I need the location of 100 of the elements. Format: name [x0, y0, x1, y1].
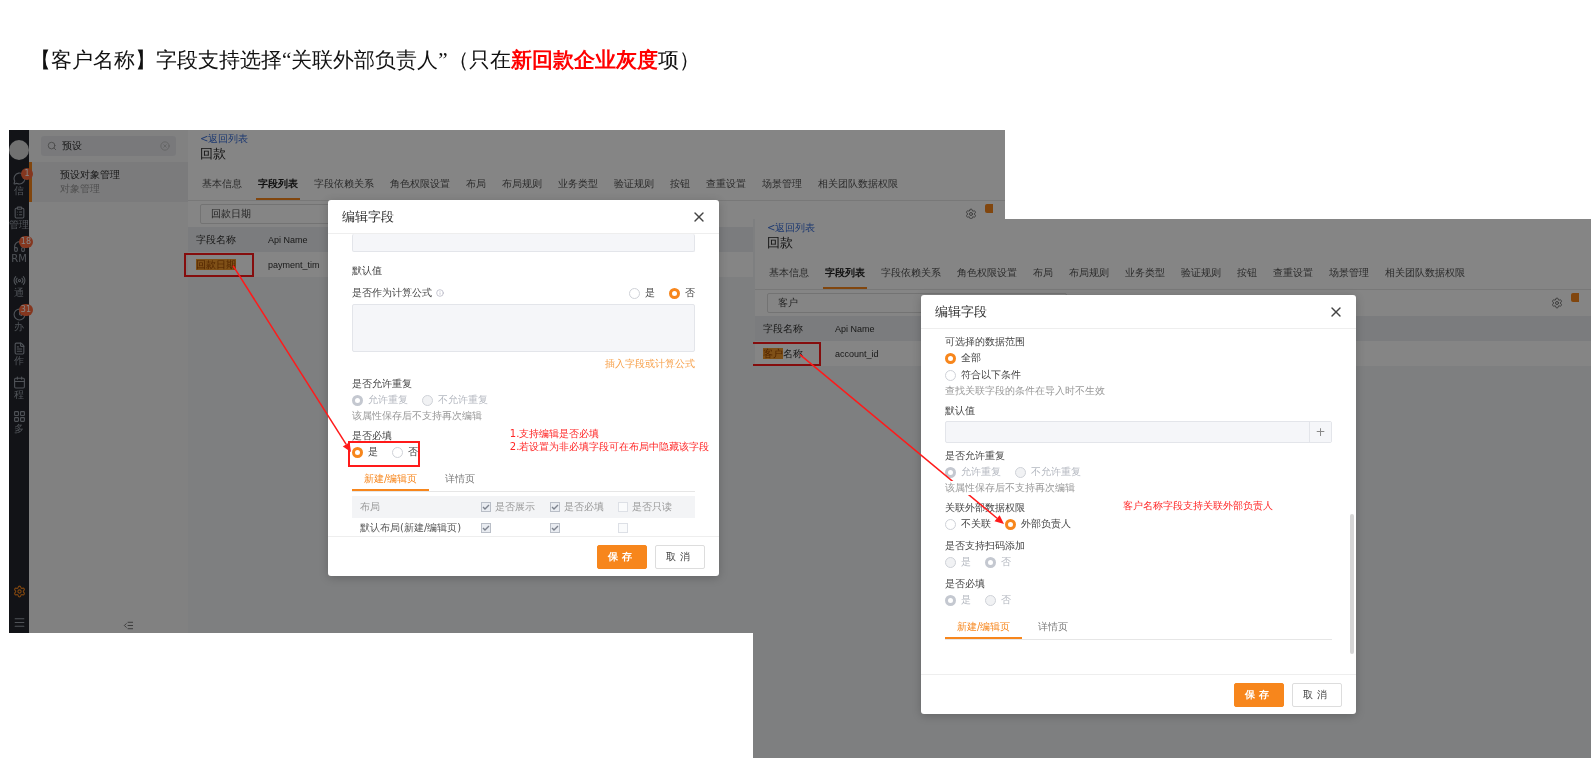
checkbox[interactable] — [618, 523, 629, 533]
field-label: 是否支持扫码添加 — [945, 539, 1025, 553]
grid-icon[interactable] — [12, 410, 26, 423]
tab[interactable]: 按钮 — [1235, 258, 1259, 289]
cancel-button[interactable]: 取消 — [1292, 682, 1342, 707]
radio-button[interactable] — [945, 518, 956, 530]
radio-option[interactable]: 不关联 — [945, 517, 991, 531]
settings-icon[interactable] — [1551, 297, 1563, 309]
radio-option[interactable]: 全部 — [945, 351, 1332, 365]
nav-label[interactable]: 多 — [14, 423, 24, 434]
document-icon[interactable] — [12, 342, 26, 355]
annotation-text: 1.支持编辑是否必填 — [509, 427, 601, 440]
tab[interactable]: 基本信息 — [200, 169, 244, 200]
hint-text: 该属性保存后不支持再次编辑 — [945, 481, 1075, 495]
item-title: 预设对象管理 — [60, 168, 121, 182]
tab[interactable]: 相关团队数据权限 — [816, 169, 900, 200]
default-value-field[interactable]: + — [945, 421, 1332, 443]
table-cell-text: account_id — [834, 348, 880, 359]
tab[interactable]: 验证规则 — [612, 169, 656, 200]
chat-bubble-icon[interactable] — [12, 172, 26, 185]
tab[interactable]: 业务类型 — [1123, 258, 1167, 289]
checkbox[interactable] — [549, 523, 560, 533]
tab[interactable]: 场景管理 — [760, 169, 804, 200]
radio-option[interactable]: 否 — [392, 445, 418, 459]
radio-button[interactable] — [669, 287, 680, 299]
hint-text: 该属性保存后不支持再次编辑 — [352, 409, 482, 423]
tab[interactable]: 布局 — [1031, 258, 1055, 289]
menu-icon[interactable] — [12, 616, 26, 629]
field-label: 是否必填 — [945, 577, 985, 591]
save-button[interactable]: 保存 — [1234, 682, 1284, 707]
field-label: 默认值 — [945, 404, 975, 418]
radio-option[interactable]: 符合以下条件 — [945, 368, 1332, 382]
tab[interactable]: 查重设置 — [704, 169, 748, 200]
count-badge: 18 — [18, 236, 33, 248]
tab[interactable]: 字段依赖关系 — [879, 258, 943, 289]
tab[interactable]: 业务类型 — [556, 169, 600, 200]
tab[interactable]: 验证规则 — [1179, 258, 1223, 289]
calendar-icon[interactable] — [12, 376, 26, 389]
tab[interactable]: 角色权限设置 — [955, 258, 1019, 289]
field-label: 是否允许重复 — [945, 449, 1005, 463]
search-field[interactable]: 预设 — [41, 136, 176, 156]
tab[interactable]: 字段依赖关系 — [312, 169, 376, 200]
count-badge: 31 — [18, 304, 33, 316]
field-label: 是否允许重复 — [352, 377, 412, 391]
signal-icon[interactable] — [12, 274, 26, 287]
cancel-button[interactable]: 取消 — [655, 544, 705, 569]
radio-button[interactable] — [945, 369, 956, 381]
tab[interactable]: 相关团队数据权限 — [1383, 258, 1467, 289]
radio-option[interactable]: 是 — [629, 286, 655, 300]
tab[interactable]: 基本信息 — [767, 258, 811, 289]
radio-option[interactable]: 否 — [669, 286, 695, 300]
page-tab[interactable]: 详情页 — [1026, 617, 1081, 639]
back-link[interactable]: <返回列表 — [767, 222, 816, 234]
back-link[interactable]: <返回列表 — [200, 133, 249, 145]
page-tab[interactable]: 详情页 — [433, 469, 488, 491]
checkbox[interactable] — [618, 502, 629, 512]
column-header: 是否展示 — [495, 500, 535, 514]
tab[interactable]: 按钮 — [668, 169, 692, 200]
save-button[interactable]: 保存 — [597, 544, 647, 569]
clipboard-icon[interactable] — [12, 206, 26, 219]
collapse-icon[interactable] — [123, 620, 134, 631]
nav-label[interactable]: 作 — [14, 355, 24, 366]
tab[interactable]: 场景管理 — [1327, 258, 1371, 289]
add-button[interactable] — [985, 204, 993, 213]
nav-label[interactable]: 程 — [14, 389, 24, 400]
column-header: 布局 — [360, 500, 381, 514]
count-badge: 1 — [21, 168, 33, 180]
tab[interactable]: 布局 — [464, 169, 488, 200]
add-button[interactable] — [1571, 293, 1579, 302]
page-tab[interactable]: 新建/编辑页 — [352, 469, 430, 491]
radio-button[interactable] — [392, 446, 403, 458]
scrollbar[interactable] — [1350, 514, 1354, 654]
field-label: 默认值 — [352, 264, 382, 278]
nav-label[interactable]: 信 — [14, 185, 24, 196]
radio-button[interactable] — [1005, 518, 1016, 530]
table-cell-text: 默认布局(新建/编辑页) — [360, 521, 463, 535]
radio-option[interactable]: 外部负责人 — [1005, 517, 1071, 531]
settings-icon[interactable] — [965, 208, 977, 220]
page-title: 回款 — [767, 234, 793, 252]
radio-button[interactable] — [629, 287, 640, 299]
tab[interactable]: 布局规则 — [1067, 258, 1111, 289]
settings-icon[interactable] — [12, 585, 26, 598]
page-tab[interactable]: 新建/编辑页 — [945, 617, 1023, 639]
nav-label[interactable]: RM — [11, 253, 27, 264]
checkbox[interactable] — [481, 502, 491, 512]
tab[interactable]: 布局规则 — [500, 169, 544, 200]
avatar[interactable] — [9, 140, 29, 160]
column-header: Api Name — [267, 234, 309, 245]
checkbox[interactable] — [549, 502, 560, 512]
column-header: Api Name — [834, 323, 876, 334]
add-button[interactable]: + — [1309, 422, 1331, 442]
nav-label[interactable]: 办 — [14, 321, 24, 332]
checkbox[interactable] — [481, 523, 491, 533]
tab[interactable]: 角色权限设置 — [388, 169, 452, 200]
tab[interactable]: 查重设置 — [1271, 258, 1315, 289]
insert-formula-link[interactable]: 插入字段或计算公式 — [605, 357, 695, 371]
column-header: 是否必填 — [563, 500, 604, 514]
column-header: 字段名称 — [762, 321, 804, 336]
radio-button[interactable] — [945, 352, 956, 364]
dialog-title: 编辑字段 — [342, 207, 394, 226]
